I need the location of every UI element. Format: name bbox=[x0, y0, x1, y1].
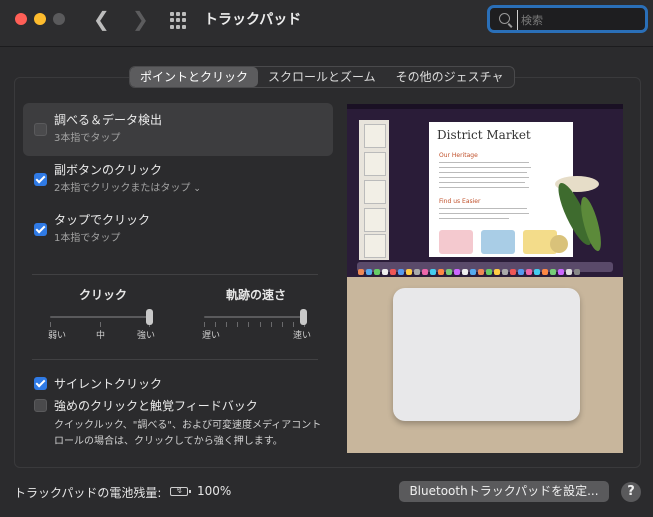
tap-to-click-checkbox[interactable] bbox=[34, 223, 47, 236]
tracking-speed-label-slow: 遅い bbox=[202, 331, 221, 341]
lookup-subtitle: 3本指でタップ bbox=[54, 133, 121, 144]
silent-click-checkbox[interactable] bbox=[34, 377, 47, 390]
click-slider-tick bbox=[100, 322, 101, 327]
secondary-click-title: 副ボタンのクリック bbox=[54, 163, 163, 177]
option-lookup[interactable]: 調べる＆データ検出 3本指でタップ bbox=[23, 103, 333, 156]
tracking-speed-tick bbox=[293, 322, 294, 327]
tracking-speed-tick bbox=[237, 322, 238, 327]
tracking-speed-knob[interactable] bbox=[300, 309, 307, 325]
force-click-description: クイックルック、"調べる"、および可変速度メディアコントロールの場合は、クリック… bbox=[54, 420, 322, 447]
preview-menubar bbox=[347, 104, 623, 109]
option-silent-click[interactable]: サイレントクリック bbox=[23, 375, 333, 393]
search-field[interactable] bbox=[487, 5, 648, 33]
tab-point-and-click[interactable]: ポイントとクリック bbox=[130, 67, 259, 87]
divider bbox=[32, 359, 318, 360]
tracking-speed-tick bbox=[226, 322, 227, 327]
option-secondary-click[interactable]: 副ボタンのクリック 2本指でクリックまたはタップ ⌄ bbox=[23, 161, 333, 197]
tab-more-gestures[interactable]: その他のジェスチャ bbox=[386, 67, 514, 87]
click-slider-track[interactable] bbox=[50, 316, 150, 318]
help-button[interactable]: ? bbox=[621, 482, 641, 502]
tab-bar: ポイントとクリック スクロールとズーム その他のジェスチャ bbox=[129, 66, 515, 88]
show-all-grid-icon[interactable] bbox=[170, 12, 187, 29]
tracking-speed-title: 軌跡の速さ bbox=[226, 288, 287, 302]
click-slider-title: クリック bbox=[79, 288, 128, 302]
divider bbox=[32, 274, 318, 275]
close-window-button[interactable] bbox=[15, 13, 27, 25]
silent-click-title: サイレントクリック bbox=[54, 377, 163, 391]
click-slider-label-firm: 強い bbox=[137, 331, 156, 341]
force-click-title: 強めのクリックと触覚フィードバック bbox=[54, 399, 258, 413]
lookup-checkbox[interactable] bbox=[34, 123, 47, 136]
click-slider-knob[interactable] bbox=[146, 309, 153, 325]
title-bar: ❮ ❯ トラックパッド bbox=[0, 0, 653, 47]
gesture-preview-image: District Market Our Heritage Find us Eas… bbox=[347, 104, 623, 453]
forward-icon[interactable]: ❯ bbox=[132, 8, 149, 30]
secondary-click-checkbox[interactable] bbox=[34, 173, 47, 186]
preview-heading: Our Heritage bbox=[439, 152, 478, 159]
secondary-click-mode: 2本指でクリックまたはタップ bbox=[54, 183, 191, 194]
lookup-title: 調べる＆データ検出 bbox=[54, 113, 163, 127]
preview-sidebar bbox=[359, 120, 389, 260]
tracking-speed-tick bbox=[271, 322, 272, 327]
tracking-speed-track[interactable] bbox=[204, 316, 304, 318]
battery-charging-icon: ↯ bbox=[170, 487, 191, 496]
preview-dock bbox=[357, 262, 613, 275]
option-tap-to-click[interactable]: タップでクリック 1本指でタップ bbox=[23, 211, 333, 247]
zoom-window-button[interactable] bbox=[53, 13, 65, 25]
tracking-speed-label-fast: 速い bbox=[293, 331, 312, 341]
tap-to-click-title: タップでクリック bbox=[54, 213, 151, 227]
click-slider-label-light: 弱い bbox=[48, 331, 67, 341]
tracking-speed-tick bbox=[215, 322, 216, 327]
secondary-click-subtitle[interactable]: 2本指でクリックまたはタップ ⌄ bbox=[54, 179, 201, 194]
tracking-speed-tick bbox=[248, 322, 249, 327]
tracking-speed-tick bbox=[204, 322, 205, 327]
tracking-speed-tick bbox=[282, 322, 283, 327]
force-click-checkbox[interactable] bbox=[34, 399, 47, 412]
tracking-speed-tick bbox=[260, 322, 261, 327]
chevron-down-icon: ⌄ bbox=[193, 184, 201, 194]
search-icon bbox=[499, 13, 510, 24]
minimize-window-button[interactable] bbox=[34, 13, 46, 25]
click-slider-tick bbox=[50, 322, 51, 327]
trackpad-illustration bbox=[393, 288, 580, 421]
battery-label: トラックパッドの電池残量: bbox=[14, 486, 162, 500]
preview-vegetables bbox=[550, 176, 601, 253]
option-force-click[interactable]: 強めのクリックと触覚フィードバック bbox=[23, 397, 333, 415]
preview-screen: District Market Our Heritage Find us Eas… bbox=[347, 104, 623, 277]
setup-bluetooth-trackpad-button[interactable]: Bluetoothトラックパッドを設定... bbox=[399, 481, 609, 502]
click-slider-label-medium: 中 bbox=[96, 331, 106, 341]
tab-scroll-and-zoom[interactable]: スクロールとズーム bbox=[258, 67, 386, 87]
back-icon[interactable]: ❮ bbox=[93, 8, 110, 30]
tap-to-click-subtitle: 1本指でタップ bbox=[54, 233, 121, 244]
preview-heading: Find us Easier bbox=[439, 198, 481, 205]
battery-value: 100% bbox=[197, 484, 232, 498]
search-input[interactable] bbox=[517, 10, 643, 30]
preview-doc-title: District Market bbox=[437, 128, 531, 142]
window-title: トラックパッド bbox=[204, 12, 302, 28]
